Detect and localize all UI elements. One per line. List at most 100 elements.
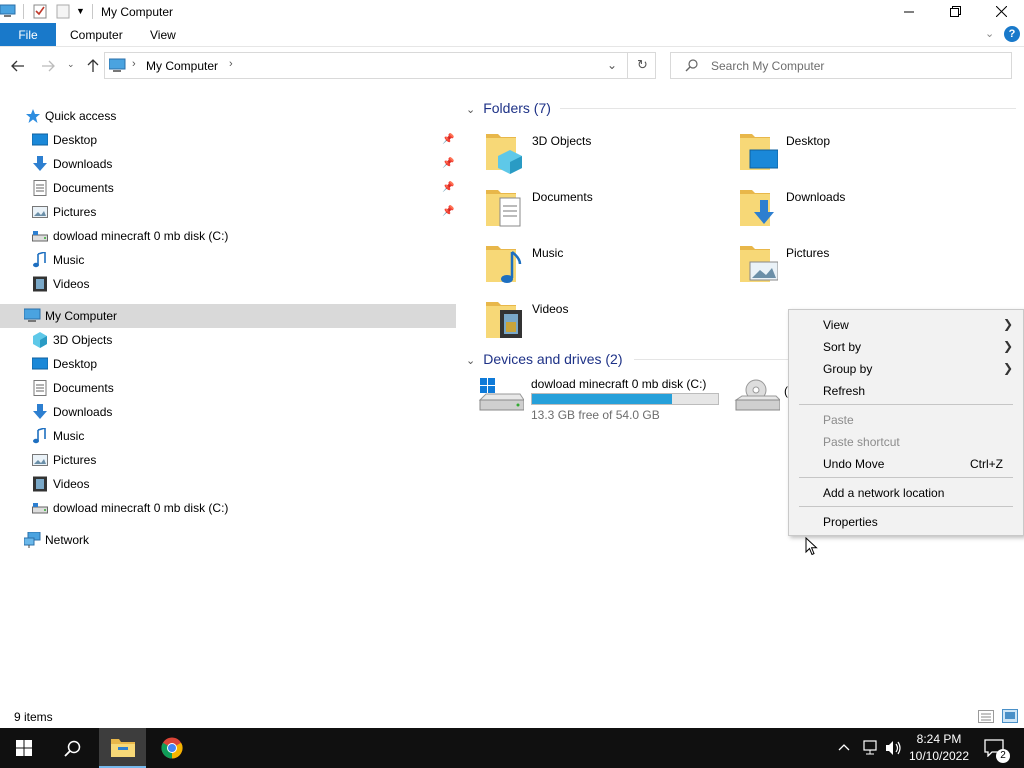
nav-pc-drive[interactable]: dowload minecraft 0 mb disk (C:) [0,496,456,520]
nav-label: Pictures [53,205,97,219]
clock-date[interactable]: 10/10/2022 [906,749,972,763]
refresh-icon[interactable]: ↻ [637,57,648,73]
nav-pc-music[interactable]: Music [0,424,456,448]
mouse-cursor-icon [805,537,818,556]
file-explorer-taskbar-button[interactable] [99,728,146,768]
breadcrumb-chevron-icon[interactable]: › [132,58,136,70]
folder-3d-objects[interactable]: 3D Objects [486,130,726,180]
nav-label: Network [45,533,90,547]
details-view-icon[interactable] [978,710,994,726]
breadcrumb-chevron-icon[interactable]: › [229,58,233,70]
pictures-folder-icon [740,246,778,282]
pin-icon[interactable]: 📌 [442,158,454,169]
nav-pc-pictures[interactable]: Pictures [0,448,456,472]
minimize-icon [904,11,914,12]
nav-pc-desktop[interactable]: Desktop [0,352,456,376]
expand-ribbon-icon[interactable]: ⌄ [985,27,994,40]
nav-qa-documents[interactable]: Documents 📌 [0,176,456,200]
nav-label: My Computer [45,309,118,323]
minimize-button[interactable] [886,0,932,23]
back-button[interactable] [10,58,26,74]
large-icons-view-icon[interactable] [1002,709,1018,726]
folder-downloads[interactable]: Downloads [740,186,980,236]
dvd-drive-tile[interactable]: ( [734,376,788,426]
pin-icon[interactable]: 📌 [442,206,454,217]
volume-tray-icon[interactable] [885,740,903,759]
nav-qa-pictures[interactable]: Pictures 📌 [0,200,456,224]
nav-qa-music[interactable]: Music [0,248,456,272]
forward-button[interactable] [40,58,56,74]
nav-qa-downloads[interactable]: Downloads 📌 [0,152,456,176]
drive-c-tile[interactable]: dowload minecraft 0 mb disk (C:) 13.3 GB… [478,376,728,426]
nav-qa-desktop[interactable]: Desktop 📌 [0,128,456,152]
nav-quick-access[interactable]: Quick access [0,104,456,128]
downloads-icon [32,156,48,172]
nav-my-computer[interactable]: My Computer [0,304,456,328]
nav-label: Documents [53,181,114,195]
nav-pc-videos[interactable]: Videos [0,472,456,496]
submenu-arrow-icon: ❯ [1003,339,1014,353]
new-folder-icon[interactable] [56,4,70,19]
chrome-taskbar-button[interactable] [148,728,196,768]
nav-label: Desktop [53,133,98,147]
folder-documents[interactable]: Documents [486,186,726,236]
customize-toolbar-icon[interactable]: ▼ [76,6,85,16]
submenu-arrow-icon: ❯ [1003,361,1014,375]
tab-view[interactable]: View [150,28,176,42]
search-box[interactable]: Search My Computer [670,52,1012,79]
restore-icon [949,6,961,17]
menu-item-group-by[interactable]: Group by [823,362,872,376]
folder-music[interactable]: Music [486,242,726,292]
menu-item-add-network-location[interactable]: Add a network location [823,486,944,500]
nav-pc-downloads[interactable]: Downloads [0,400,456,424]
forward-arrow-icon [42,60,55,72]
devices-group-header[interactable]: ⌄ Devices and drives (2) [466,351,623,367]
group-title: Devices and drives (2) [483,351,623,367]
nav-qa-videos[interactable]: Videos [0,272,456,296]
file-tab[interactable]: File [0,23,56,46]
drive-icon [32,500,48,516]
maximize-button[interactable] [932,0,978,23]
breadcrumb-my-computer[interactable]: My Computer [146,59,218,73]
back-arrow-icon [11,60,24,72]
status-bar: 9 items [0,706,1024,728]
search-taskbar-button[interactable] [48,728,96,768]
menu-item-properties[interactable]: Properties [823,515,878,529]
dvd-drive-icon [734,379,780,411]
tab-computer[interactable]: Computer [70,28,123,42]
nav-network[interactable]: Network [0,528,456,552]
nav-label: Music [53,253,85,267]
nav-pc-3d-objects[interactable]: 3D Objects [0,328,456,352]
folder-pictures[interactable]: Pictures [740,242,980,292]
show-hidden-icons-icon[interactable] [838,740,850,754]
address-dropdown-icon[interactable]: ⌄ [607,58,617,72]
videos-folder-icon [486,302,522,338]
network-tray-icon[interactable] [862,740,880,759]
help-icon[interactable]: ? [1004,26,1020,42]
computer-icon [108,58,126,76]
address-bar[interactable]: › My Computer › ⌄ ↻ [104,52,656,79]
recent-locations-icon[interactable]: ⌄ [67,59,75,70]
menu-item-sort-by[interactable]: Sort by [823,340,861,354]
clock-time[interactable]: 8:24 PM [916,732,962,746]
nav-pc-documents[interactable]: Documents [0,376,456,400]
pictures-icon [32,452,48,468]
folder-label: Videos [532,302,569,316]
menu-item-view[interactable]: View [823,318,849,332]
pin-icon[interactable]: 📌 [442,134,454,145]
menu-item-refresh[interactable]: Refresh [823,384,865,398]
folder-videos[interactable]: Videos [486,298,726,348]
nav-label: Videos [53,477,90,491]
menu-item-undo-move[interactable]: Undo Move [823,457,884,471]
folders-group-header[interactable]: ⌄ Folders (7) [466,100,551,116]
close-button[interactable] [978,0,1024,23]
context-menu: View ❯ Sort by ❯ Group by ❯ Refresh Past… [788,309,1024,536]
properties-icon[interactable] [33,4,47,19]
up-button[interactable] [85,58,101,74]
start-button[interactable] [0,728,48,768]
folder-desktop[interactable]: Desktop [740,130,980,180]
nav-qa-drive[interactable]: dowload minecraft 0 mb disk (C:) [0,224,456,248]
3d-objects-folder-icon [486,134,522,174]
pin-icon[interactable]: 📌 [442,182,454,193]
action-center-button[interactable]: 2 [976,728,1022,768]
